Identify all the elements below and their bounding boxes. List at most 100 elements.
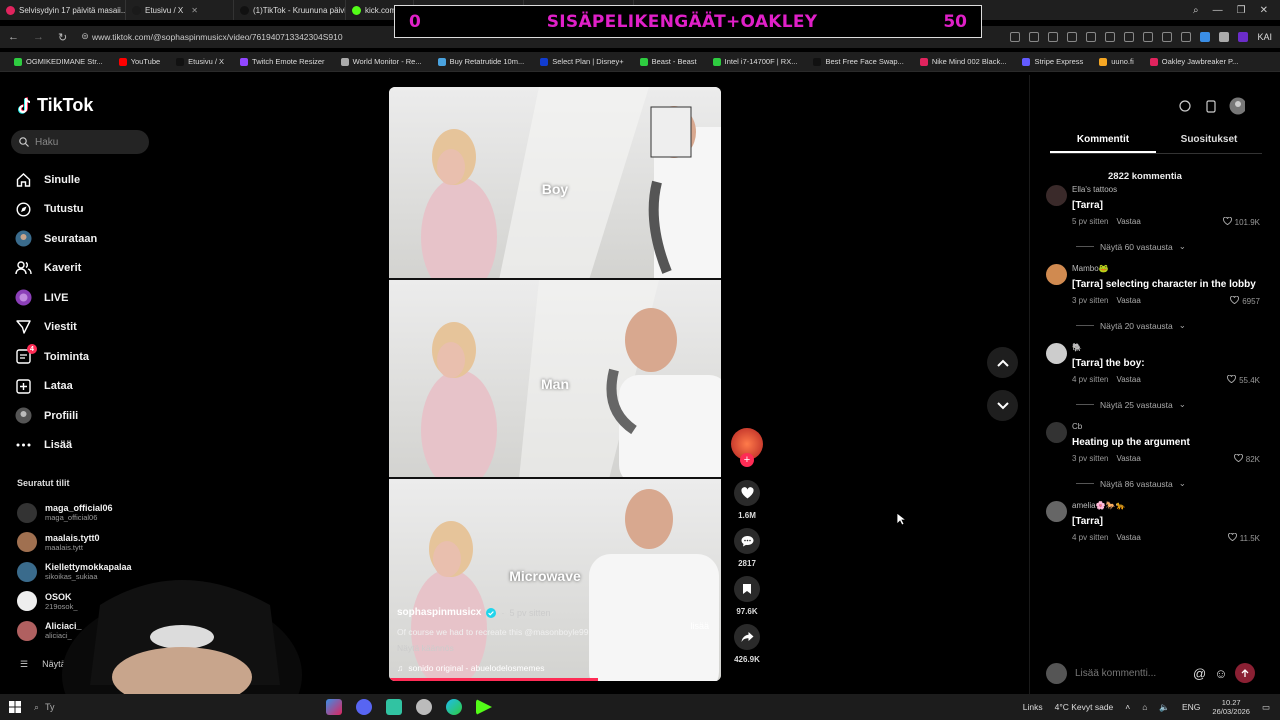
bookmark-item[interactable]: Stripe Express <box>1016 57 1089 66</box>
following-item[interactable]: Kiellettymokkapalaa sikoikas_sukiaa <box>17 557 167 587</box>
ext-icon[interactable] <box>1181 32 1192 42</box>
bookmark-item[interactable]: World Monitor - Re... <box>335 57 428 66</box>
bookmark-item[interactable]: Nike Mind 002 Black... <box>914 57 1013 66</box>
tab-comments[interactable]: Kommentit <box>1050 128 1156 153</box>
ext-icon[interactable] <box>1124 32 1135 42</box>
commenter-avatar[interactable] <box>1046 185 1067 206</box>
site-info-icon[interactable]: ⊜ <box>81 31 89 44</box>
comment-username[interactable]: Ella's tattoos <box>1072 184 1260 196</box>
ext-icon[interactable] <box>1029 32 1040 42</box>
app-icon-edge[interactable] <box>446 699 462 715</box>
language-indicator[interactable]: ENG <box>1182 702 1200 712</box>
app-icon-kick[interactable] <box>476 699 492 715</box>
following-item[interactable]: Aliciaci_ aliciaci_ <box>17 616 167 646</box>
sidebar-item-profiili[interactable]: Profiili <box>15 401 165 431</box>
ext-icon[interactable] <box>1067 32 1078 42</box>
ext-icon[interactable] <box>1238 32 1249 42</box>
sidebar-item-sinulle[interactable]: Sinulle <box>15 165 165 195</box>
network-icon[interactable]: ⌂ <box>1142 702 1147 712</box>
reload-icon[interactable]: ↻ <box>58 31 67 44</box>
browser-tab[interactable]: (1)TikTok - Kruununa päivit...✕ <box>234 0 346 20</box>
close-window-icon[interactable]: ✕ <box>1260 5 1268 16</box>
following-item[interactable]: maga_official06 maga_official06 <box>17 498 167 528</box>
clock[interactable]: 10.27 26/03/2026 <box>1212 698 1250 716</box>
browser-tab[interactable]: Selvisydyin 17 päivitä masaii...✕ <box>0 0 126 20</box>
like-button[interactable]: 1.6M <box>731 480 763 520</box>
links-toolbar[interactable]: Links <box>1023 702 1043 712</box>
sidebar-item-viestit[interactable]: Viestit <box>15 313 165 343</box>
url-field[interactable]: www.tiktok.com/@sophaspinmusicx/video/76… <box>92 32 343 42</box>
reply-button[interactable]: Vastaa <box>1116 533 1140 542</box>
commenter-avatar[interactable] <box>1046 501 1067 522</box>
browser-tab[interactable]: Etusivu / X ✕ <box>126 0 234 20</box>
following-item[interactable]: maalais.tytt0 maalais.tytt <box>17 528 167 558</box>
sidebar-item-kaverit[interactable]: Kaverit <box>15 254 165 284</box>
mention-icon[interactable]: @ <box>1193 666 1206 681</box>
volume-icon[interactable]: 🔈 <box>1159 702 1170 713</box>
tiktok-logo[interactable]: TikTok <box>17 95 93 116</box>
start-button[interactable] <box>0 701 30 713</box>
search-tabs-icon[interactable]: ⌕ <box>1193 5 1199 16</box>
comment-like-button[interactable]: 6957 <box>1230 295 1260 306</box>
follow-plus-icon[interactable]: + <box>740 453 754 467</box>
sidebar-item-lataa[interactable]: Lataa <box>15 372 165 402</box>
app-icon-streamlabs[interactable] <box>386 699 402 715</box>
bookmark-item[interactable]: OGMIKEDIMANE Str... <box>8 57 109 66</box>
following-item[interactable]: OSOK 219osok_ <box>17 587 167 617</box>
forward-icon[interactable]: → <box>33 31 44 44</box>
comment-username[interactable]: amelia🌸🐎🐆 <box>1072 500 1260 512</box>
ext-icon[interactable] <box>1086 32 1097 42</box>
comment-button[interactable]: 2817 <box>731 528 763 568</box>
app-icon-obs[interactable] <box>416 699 432 715</box>
bookmark-item[interactable]: Buy Retatrutide 10m... <box>432 57 531 66</box>
tab-recommendations[interactable]: Suositukset <box>1156 128 1262 153</box>
close-tab-icon[interactable]: ✕ <box>191 6 198 15</box>
sidebar-item-lisää[interactable]: Lisää <box>15 431 165 461</box>
video-player[interactable]: Boy Man Microwave sophaspinmusicx · 5 pv <box>389 87 721 681</box>
user-avatar[interactable] <box>1229 97 1245 115</box>
bookmark-item[interactable]: Beast - Beast <box>634 57 703 66</box>
sidebar-item-live[interactable]: LIVE <box>15 283 165 313</box>
bookmark-item[interactable]: Oakley Jawbreaker P... <box>1144 57 1245 66</box>
sidebar-item-tutustu[interactable]: Tutustu <box>15 195 165 225</box>
phone-icon[interactable] <box>1203 98 1219 114</box>
comment-like-button[interactable]: 55.4K <box>1227 374 1260 385</box>
sidebar-item-seurataan[interactable]: Seurataan <box>15 224 165 254</box>
reply-button[interactable]: Vastaa <box>1116 217 1140 226</box>
ext-icon[interactable] <box>1200 32 1211 42</box>
emoji-icon[interactable]: ☺ <box>1214 666 1227 681</box>
bookmark-item[interactable]: Twitch Emote Resizer <box>234 57 331 66</box>
see-more-button[interactable]: ☰ Näytä k <box>20 659 73 670</box>
taskbar-search[interactable]: ⌕ Ty <box>30 702 72 713</box>
view-replies-button[interactable]: Näytä 25 vastausta ⌄ <box>1072 399 1260 410</box>
bookmark-item[interactable]: Intel i7-14700F | RX... <box>707 57 804 66</box>
next-video-button[interactable] <box>987 390 1018 421</box>
maximize-icon[interactable]: ❐ <box>1237 5 1246 16</box>
commenter-avatar[interactable] <box>1046 343 1067 364</box>
view-replies-button[interactable]: Näytä 20 vastausta ⌄ <box>1072 320 1260 331</box>
ai-button[interactable]: KAI <box>1257 32 1272 42</box>
video-author[interactable]: sophaspinmusicx <box>397 607 481 618</box>
ext-icon[interactable] <box>1143 32 1154 42</box>
video-progress-bar[interactable] <box>389 678 599 681</box>
weather-widget[interactable]: 4°C Kevyt sade <box>1055 702 1114 712</box>
back-icon[interactable]: ← <box>8 31 19 44</box>
comment-like-button[interactable]: 101.9K <box>1222 216 1260 227</box>
view-replies-button[interactable]: Näytä 86 vastausta ⌄ <box>1072 478 1260 489</box>
comment-username[interactable]: Mambo🐸 <box>1072 263 1260 275</box>
comment-like-button[interactable]: 11.5K <box>1227 532 1260 543</box>
search-input[interactable]: Haku <box>11 130 149 154</box>
coin-icon[interactable] <box>1177 98 1193 114</box>
previous-video-button[interactable] <box>987 347 1018 378</box>
sidebar-item-toiminta[interactable]: 4 Toiminta <box>15 342 165 372</box>
ext-icon[interactable] <box>1219 32 1230 42</box>
description-more-link[interactable]: lisää <box>690 621 709 631</box>
bookmark-item[interactable]: Select Plan | Disney+ <box>534 57 629 66</box>
ext-icon[interactable] <box>1010 32 1021 42</box>
save-button[interactable]: 97.6K <box>731 576 763 616</box>
translate-link[interactable]: Näytä käännös <box>397 643 717 653</box>
video-sound[interactable]: ♫ sonido original - abuelodelosmemes <box>397 663 717 673</box>
minimize-icon[interactable]: — <box>1213 5 1223 16</box>
bookmark-item[interactable]: uuno.fi <box>1093 57 1140 66</box>
tray-chevron-icon[interactable]: ˄ <box>1125 702 1130 712</box>
